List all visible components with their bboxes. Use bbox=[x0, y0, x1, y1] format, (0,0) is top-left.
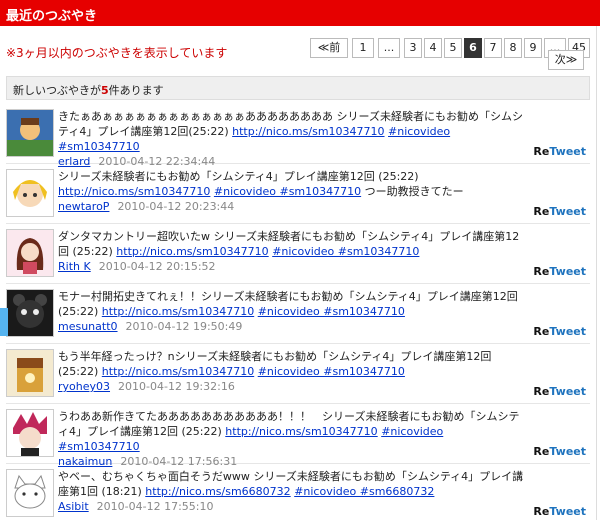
tweet-body: もう半年経ったっけ？nシリーズ未経験者にもお勧め「シムシティ4」プレイ講座第12… bbox=[58, 349, 528, 394]
page-button[interactable]: 1 bbox=[352, 38, 374, 58]
count-prefix: 新しいつぶやきが bbox=[13, 84, 101, 97]
hashtags[interactable]: #nicovideo #sm10347710 bbox=[258, 365, 405, 378]
avatar-image bbox=[7, 230, 53, 276]
video-link[interactable]: http://nico.ms/sm10347710 bbox=[225, 425, 377, 438]
tweet-item: ダンタマカントリー超吹いたw シリーズ未経験者にもお勧め「シムシティ4」プレイ講… bbox=[6, 224, 590, 284]
new-tweets-count: 5 bbox=[101, 84, 109, 97]
username-link[interactable]: newtaroP bbox=[58, 200, 109, 213]
tweet-item: モナー村開拓史きてれぇ！！シリーズ未経験者にもお勧め「シムシティ4」プレイ講座第… bbox=[6, 284, 590, 344]
avatar-image bbox=[7, 410, 53, 456]
video-link[interactable]: http://nico.ms/sm10347710 bbox=[102, 365, 254, 378]
hashtags[interactable]: #nicovideo #sm10347710 bbox=[272, 245, 419, 258]
retweet-button[interactable]: ReTweet bbox=[533, 145, 586, 158]
username-link[interactable]: ryohey03 bbox=[58, 380, 110, 393]
avatar-image bbox=[7, 470, 53, 516]
tweet-body: うわああ新作きてたあああああああああああ！！！ シリーズ未経験者にもお勧め「シム… bbox=[58, 409, 528, 469]
tweet-meta: Asibit 2010-04-12 17:55:10 bbox=[58, 499, 528, 514]
avatar[interactable] bbox=[6, 349, 54, 397]
page-button[interactable]: 5 bbox=[444, 38, 462, 58]
retweet-button[interactable]: ReTweet bbox=[533, 325, 586, 338]
tweet-body: やベー、むちゃくちゃ面白そうだwww シリーズ未経験者にもお勧め「シムシティ4」… bbox=[58, 469, 528, 514]
video-link[interactable]: http://nico.ms/sm10347710 bbox=[232, 125, 384, 138]
retweet-button[interactable]: ReTweet bbox=[533, 265, 586, 278]
avatar[interactable] bbox=[6, 409, 54, 457]
current-page-button[interactable]: 6 bbox=[464, 38, 482, 58]
tweet-extra-text: つー助教授きてたー bbox=[364, 185, 464, 198]
retweet-button[interactable]: ReTweet bbox=[533, 205, 586, 218]
tweet-item: きたぁあぁぁぁぁぁぁぁぁぁぁぁぁぁああああああああ シリーズ未経験者にもお勧め「… bbox=[6, 104, 590, 168]
page-button[interactable]: 7 bbox=[484, 38, 502, 58]
page-button[interactable]: 4 bbox=[424, 38, 442, 58]
tweet-item: やベー、むちゃくちゃ面白そうだwww シリーズ未経験者にもお勧め「シムシティ4」… bbox=[6, 464, 590, 520]
tweet-meta: Rith K 2010-04-12 20:15:52 bbox=[58, 259, 528, 274]
avatar[interactable] bbox=[6, 469, 54, 517]
video-link[interactable]: http://nico.ms/sm10347710 bbox=[58, 185, 210, 198]
count-suffix: 件あります bbox=[108, 84, 164, 97]
tweet-item: もう半年経ったっけ？nシリーズ未経験者にもお勧め「シムシティ4」プレイ講座第12… bbox=[6, 344, 590, 404]
avatar[interactable] bbox=[6, 289, 54, 337]
prev-page-button[interactable]: ≪前 bbox=[310, 38, 348, 58]
page-button[interactable]: 9 bbox=[524, 38, 542, 58]
timestamp: 2010-04-12 20:23:44 bbox=[117, 200, 235, 213]
avatar[interactable] bbox=[6, 109, 54, 157]
timestamp: 2010-04-12 19:32:16 bbox=[118, 380, 235, 393]
tweet-body: きたぁあぁぁぁぁぁぁぁぁぁぁぁぁぁああああああああ シリーズ未経験者にもお勧め「… bbox=[58, 109, 528, 169]
timestamp: 2010-04-12 20:15:52 bbox=[98, 260, 216, 273]
avatar[interactable] bbox=[6, 169, 54, 217]
header-bar: 最近のつぶやき bbox=[0, 0, 600, 26]
tweet-item: うわああ新作きてたあああああああああああ！！！ シリーズ未経験者にもお勧め「シム… bbox=[6, 404, 590, 468]
tweet-body: モナー村開拓史きてれぇ！！シリーズ未経験者にもお勧め「シムシティ4」プレイ講座第… bbox=[58, 289, 528, 334]
tweet-list: きたぁあぁぁぁぁぁぁぁぁぁぁぁぁぁああああああああ シリーズ未経験者にもお勧め「… bbox=[6, 104, 590, 520]
date-range-notice: ※3ヶ月以内のつぶやきを表示しています bbox=[6, 46, 228, 60]
right-divider bbox=[596, 26, 597, 520]
timestamp: 2010-04-12 19:50:49 bbox=[125, 320, 243, 333]
avatar-image bbox=[7, 170, 53, 216]
tweet-meta: mesunatt0 2010-04-12 19:50:49 bbox=[58, 319, 528, 334]
hashtags[interactable]: #nicovideo #sm10347710 bbox=[214, 185, 361, 198]
username-link[interactable]: Rith K bbox=[58, 260, 91, 273]
hashtags[interactable]: #nicovideo #sm10347710 bbox=[258, 305, 405, 318]
video-link[interactable]: http://nico.ms/sm10347710 bbox=[102, 305, 254, 318]
avatar-image bbox=[7, 290, 53, 336]
avatar-image bbox=[7, 350, 53, 396]
tweet-body: シリーズ未経験者にもお勧め「シムシティ4」プレイ講座第12回 (25:22) h… bbox=[58, 169, 528, 214]
page-ellipsis: ... bbox=[378, 38, 400, 58]
tweet-meta: ryohey03 2010-04-12 19:32:16 bbox=[58, 379, 528, 394]
page-button[interactable]: 8 bbox=[504, 38, 522, 58]
page-title: 最近のつぶやき bbox=[6, 9, 98, 24]
username-link[interactable]: mesunatt0 bbox=[58, 320, 118, 333]
retweet-button[interactable]: ReTweet bbox=[533, 505, 586, 518]
hashtags[interactable]: #nicovideo #sm6680732 bbox=[294, 485, 434, 498]
video-link[interactable]: http://nico.ms/sm6680732 bbox=[145, 485, 290, 498]
video-link[interactable]: http://nico.ms/sm10347710 bbox=[116, 245, 268, 258]
tweet-body: ダンタマカントリー超吹いたw シリーズ未経験者にもお勧め「シムシティ4」プレイ講… bbox=[58, 229, 528, 274]
new-tweets-count-bar: 新しいつぶやきが5件あります bbox=[6, 76, 590, 100]
tweet-meta: newtaroP 2010-04-12 20:23:44 bbox=[58, 199, 528, 214]
timestamp: 2010-04-12 17:55:10 bbox=[96, 500, 214, 513]
retweet-button[interactable]: ReTweet bbox=[533, 445, 586, 458]
avatar-image bbox=[7, 110, 53, 156]
tweet-text: やベー、むちゃくちゃ面白そうだwww シリーズ未経験者にもお勧め「シムシティ4」… bbox=[58, 470, 524, 498]
username-link[interactable]: Asibit bbox=[58, 500, 89, 513]
next-page-button[interactable]: 次≫ bbox=[548, 50, 584, 70]
tweet-item: シリーズ未経験者にもお勧め「シムシティ4」プレイ講座第12回 (25:22) h… bbox=[6, 164, 590, 224]
avatar[interactable] bbox=[6, 229, 54, 277]
tweet-text: シリーズ未経験者にもお勧め「シムシティ4」プレイ講座第12回 (25:22) bbox=[58, 170, 419, 183]
side-feedback-tab[interactable] bbox=[0, 308, 8, 336]
page-button[interactable]: 3 bbox=[404, 38, 422, 58]
retweet-button[interactable]: ReTweet bbox=[533, 385, 586, 398]
